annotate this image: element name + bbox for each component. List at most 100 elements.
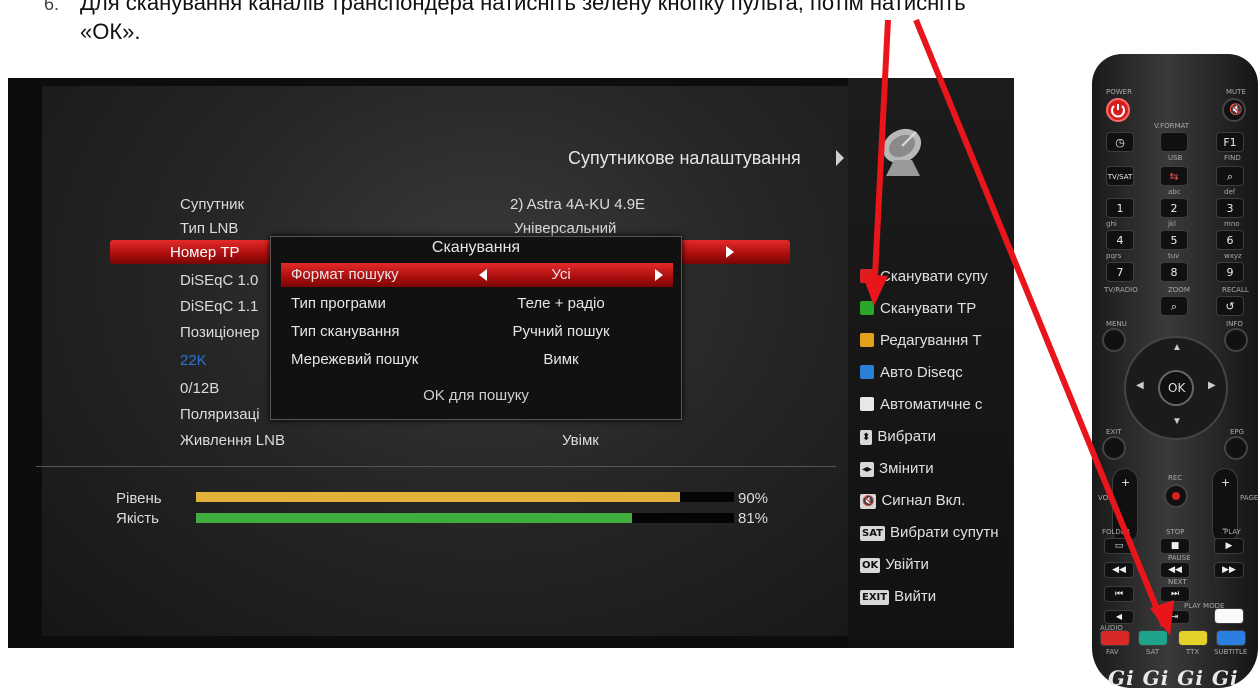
menu-button[interactable] (1102, 328, 1126, 352)
digit-1-button[interactable]: 1 (1106, 198, 1134, 218)
dpad-up-icon[interactable]: ▲ (1172, 342, 1182, 353)
key-badge: OK (860, 558, 881, 573)
instruction-line-2: «ОК». (80, 19, 141, 44)
row-label-polarization: Поляризаці (180, 406, 260, 423)
dialog-value-search-format[interactable]: Усі (471, 266, 651, 283)
arrow-right-icon[interactable] (655, 269, 663, 281)
legend-label: Редагування Т (880, 332, 982, 349)
key-badge: EXIT (860, 590, 890, 605)
digit-9-button[interactable]: 9 (1216, 262, 1244, 282)
sat-label: SAT (1146, 648, 1160, 656)
timer-button[interactable]: ◷ (1106, 132, 1134, 152)
forward-button[interactable]: ▶▶ (1214, 562, 1244, 578)
legend-item: ⬍ Вибрати (860, 428, 936, 448)
ok-button[interactable]: OK (1158, 370, 1194, 406)
digit-5-button[interactable]: 5 (1160, 230, 1188, 250)
dialog-value-program-type[interactable]: Теле + радіо (471, 295, 651, 312)
slow-button[interactable]: ◀ (1104, 610, 1134, 624)
folder-icon: ▭ (1114, 541, 1124, 551)
skip-back-icon: ⏮ (1114, 589, 1124, 599)
mute-icon: 🔇 (860, 494, 877, 509)
pqrs-label: pqrs (1106, 252, 1122, 260)
f1-button[interactable]: F1 (1216, 132, 1244, 152)
folder-label: FOLDER (1102, 528, 1131, 536)
usb-button[interactable]: ⇆ (1160, 166, 1188, 186)
find-button[interactable]: ⌕ (1216, 166, 1244, 186)
row-value-lnb-type: Універсальний (514, 220, 617, 237)
blue-button[interactable] (1216, 630, 1246, 646)
usb-label: USB (1168, 154, 1183, 162)
vformat-button[interactable] (1160, 132, 1188, 152)
fast-forward-icon: ▶▶ (1222, 565, 1236, 575)
zoom-button[interactable]: ⌕ (1160, 296, 1188, 316)
mute-label: MUTE (1226, 88, 1246, 96)
key-badge: SAT (860, 526, 885, 541)
meter-percent-quality: 81% (738, 510, 769, 527)
mute-button[interactable]: 🔇 (1222, 98, 1246, 122)
legend-label: Вибрати супутн (890, 524, 999, 541)
legend-item: Автоматичне с (860, 396, 982, 416)
color-key-swatch (860, 269, 874, 283)
skip-forward-icon: ⏭ (1170, 589, 1180, 599)
color-key-swatch (860, 333, 874, 347)
search-icon: ⌕ (1226, 170, 1234, 183)
legend-item: Сканувати супу (860, 268, 988, 288)
dialog-value-scan-type[interactable]: Ручний пошук (471, 323, 651, 340)
playmode-icon: ⇥ (1171, 612, 1179, 621)
legend-label: Увійти (885, 556, 929, 573)
digit-7-button[interactable]: 7 (1106, 262, 1134, 282)
slow-icon: ◀ (1115, 612, 1123, 621)
red-button[interactable] (1100, 630, 1130, 646)
tvsat-button[interactable]: TV/SAT (1106, 166, 1134, 186)
pause-label: PAUSE (1168, 554, 1191, 562)
zoom-label: ZOOM (1168, 286, 1190, 294)
info-label: INFO (1226, 320, 1243, 328)
digit-2-button[interactable]: 2 (1160, 198, 1188, 218)
legend-item: Авто Diseqc (860, 364, 963, 384)
info-button[interactable] (1224, 328, 1248, 352)
dpad-down-icon[interactable]: ▼ (1172, 416, 1182, 427)
scan-dialog: Сканування Формат пошуку Усі Тип програм… (270, 236, 682, 420)
legend-label: Сканувати ТР (880, 300, 977, 317)
row-value-satellite: 2) Astra 4A-KU 4.9E (510, 196, 646, 213)
stop-button[interactable]: ■ (1160, 538, 1190, 554)
epg-button[interactable] (1224, 436, 1248, 460)
legend-label: Вийти (894, 588, 937, 605)
digit-8-button[interactable]: 8 (1160, 262, 1188, 282)
row-label-tp-number[interactable]: Номер ТР (170, 244, 240, 261)
subtitle-label: SUBTITLE (1214, 648, 1248, 656)
play-button[interactable]: ▶ (1214, 538, 1244, 554)
legend-item: ◂▸ Змінити (860, 460, 934, 480)
recall-button[interactable]: ↺ (1216, 296, 1244, 316)
menu-label: MENU (1106, 320, 1127, 328)
next-button[interactable]: ⏭ (1160, 586, 1190, 602)
rec-button[interactable] (1164, 484, 1188, 508)
digit-4-button[interactable]: 4 (1106, 230, 1134, 250)
step-number: 6. (44, 0, 60, 14)
dialog-label-program-type: Тип програми (291, 295, 386, 312)
yellow-button[interactable] (1178, 630, 1208, 646)
pause-button[interactable]: ◀◀ (1160, 562, 1190, 578)
ok-label: OK (1168, 381, 1186, 395)
dialog-value-network-search[interactable]: Вимк (471, 351, 651, 368)
digit-6-button[interactable]: 6 (1216, 230, 1244, 250)
white-button[interactable] (1214, 608, 1244, 624)
color-key-swatch (860, 301, 874, 315)
green-button[interactable] (1138, 630, 1168, 646)
prev-button[interactable]: ◀◀ (1104, 562, 1134, 578)
skip-back-button[interactable]: ⏮ (1104, 586, 1134, 602)
folder-button[interactable]: ▭ (1104, 538, 1134, 554)
tvradio-label: TV/RADIO (1104, 286, 1138, 294)
dpad-left-icon[interactable]: ◀ (1136, 380, 1144, 391)
digit-3-button[interactable]: 3 (1216, 198, 1244, 218)
dialog-title: Сканування (431, 239, 521, 256)
row-label-positioner: Позиціонер (180, 324, 260, 341)
instruction-text: Для сканування каналів транспондера нати… (80, 0, 966, 15)
dpad-right-icon[interactable]: ▶ (1208, 380, 1216, 391)
divider (36, 466, 836, 467)
power-icon (1111, 104, 1125, 118)
exit-button[interactable] (1102, 436, 1126, 460)
power-button[interactable] (1106, 98, 1130, 122)
playmode-button[interactable]: ⇥ (1160, 610, 1190, 624)
row-label-diseqc10: DiSEqC 1.0 (180, 272, 259, 289)
